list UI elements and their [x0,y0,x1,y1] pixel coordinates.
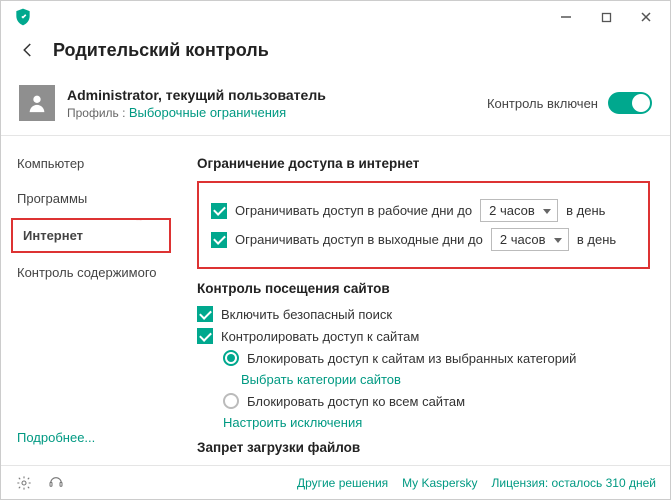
control-sites-row: Контролировать доступ к сайтам [197,328,650,344]
control-sites-label: Контролировать доступ к сайтам [221,329,419,344]
safe-search-label: Включить безопасный поиск [221,307,392,322]
profile-subtitle: Профиль : Выборочные ограничения [67,105,326,120]
main-body: Компьютер Программы Интернет Контроль со… [1,136,670,465]
time-limits-highlight-box: Ограничивать доступ в рабочие дни до 2 ч… [197,181,650,269]
app-logo-icon [13,7,33,27]
limit-weekday-label: Ограничивать доступ в рабочие дни до [235,203,472,218]
profile-bar: Administrator, текущий пользователь Проф… [1,75,670,136]
limit-weekday-row: Ограничивать доступ в рабочие дни до 2 ч… [211,199,636,222]
limit-weekday-hours-dropdown[interactable]: 2 часов [480,199,558,222]
window-maximize-button[interactable] [586,2,626,32]
window-minimize-button[interactable] [546,2,586,32]
block-all-row: Блокировать доступ ко всем сайтам [223,393,650,409]
settings-icon[interactable] [15,474,33,492]
block-categories-label: Блокировать доступ к сайтам из выбранных… [247,351,576,366]
sidebar-item-computer[interactable]: Компьютер [1,146,181,181]
block-categories-row: Блокировать доступ к сайтам из выбранных… [223,350,650,366]
app-window: Родительский контроль Administrator, тек… [0,0,671,500]
sidebar: Компьютер Программы Интернет Контроль со… [1,136,181,465]
window-close-button[interactable] [626,2,666,32]
footer-my-kaspersky-link[interactable]: My Kaspersky [402,476,477,490]
sidebar-more-link[interactable]: Подробнее... [1,420,181,455]
control-toggle[interactable] [608,92,652,114]
page-title: Родительский контроль [53,40,269,61]
limit-weekend-checkbox[interactable] [211,232,227,248]
block-all-radio[interactable] [223,393,239,409]
page-header: Родительский контроль [1,33,670,75]
avatar-icon [19,85,55,121]
support-icon[interactable] [47,474,65,492]
content-panel: Ограничение доступа в интернет Ограничив… [181,136,670,465]
limit-weekend-hours-dropdown[interactable]: 2 часов [491,228,569,251]
sidebar-item-internet-wrapper: Интернет [1,216,181,255]
sidebar-item-internet[interactable]: Интернет [11,218,171,253]
block-all-label: Блокировать доступ ко всем сайтам [247,394,465,409]
limit-weekend-row: Ограничивать доступ в выходные дни до 2 … [211,228,636,251]
safe-search-checkbox[interactable] [197,306,213,322]
footer-license-link[interactable]: Лицензия: осталось 310 дней [492,476,656,490]
profile-restrictions-link[interactable]: Выборочные ограничения [129,105,286,120]
sidebar-item-content-control[interactable]: Контроль содержимого [1,255,181,290]
choose-categories-link[interactable]: Выбрать категории сайтов [241,372,650,387]
section-sites-title: Контроль посещения сайтов [197,281,650,296]
annotation-arrow-icon [89,220,189,221]
per-day-label-2: в день [577,232,616,247]
limit-weekend-label: Ограничивать доступ в выходные дни до [235,232,483,247]
profile-info: Administrator, текущий пользователь Проф… [67,87,326,120]
footer: Другие решения My Kaspersky Лицензия: ос… [1,465,670,499]
back-button[interactable] [17,39,39,61]
titlebar [1,1,670,33]
configure-exceptions-link[interactable]: Настроить исключения [223,415,650,430]
section-downloads-title: Запрет загрузки файлов [197,440,650,455]
sidebar-item-programs[interactable]: Программы [1,181,181,216]
per-day-label: в день [566,203,605,218]
profile-name: Administrator, текущий пользователь [67,87,326,103]
control-toggle-label: Контроль включен [487,96,598,111]
block-categories-radio[interactable] [223,350,239,366]
limit-weekday-checkbox[interactable] [211,203,227,219]
safe-search-row: Включить безопасный поиск [197,306,650,322]
footer-other-solutions-link[interactable]: Другие решения [297,476,388,490]
section-internet-limit-title: Ограничение доступа в интернет [197,156,650,171]
control-sites-checkbox[interactable] [197,328,213,344]
